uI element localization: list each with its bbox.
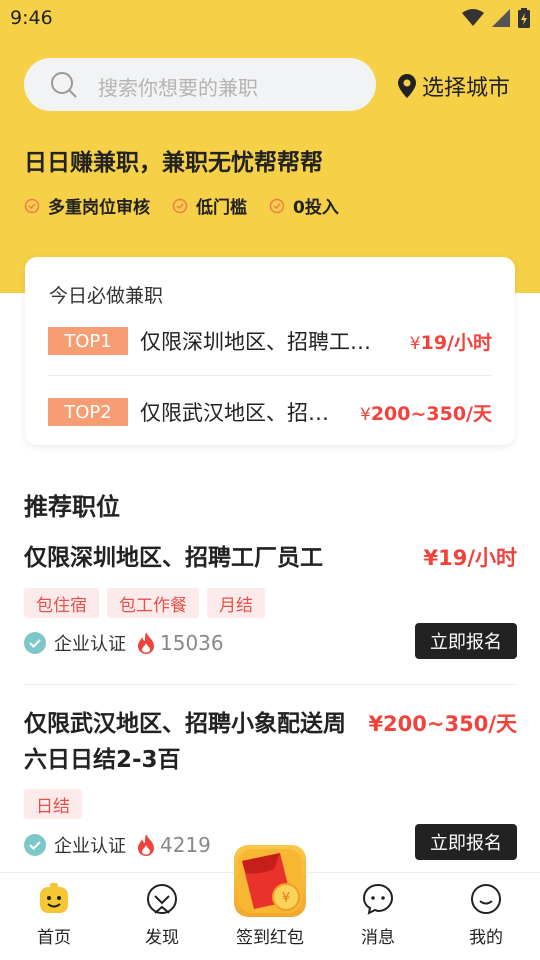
- fire-icon: [138, 834, 154, 856]
- status-icons: [462, 8, 530, 28]
- job-tags: 包住宿 包工作餐 月结: [24, 588, 265, 618]
- top-job-price-value: 200~350/天: [370, 402, 492, 425]
- top-rank-badge: TOP2: [48, 398, 128, 426]
- feature-item: 低门槛: [172, 193, 247, 218]
- city-selector[interactable]: 选择城市: [398, 70, 510, 102]
- verified-check-icon: [24, 834, 46, 856]
- job-title[interactable]: 仅限武汉地区、招聘小象配送周 六日日结2-3百: [24, 706, 346, 778]
- location-pin-icon: [398, 74, 416, 98]
- signal-icon: [492, 9, 510, 27]
- tab-discover[interactable]: 发现: [108, 873, 216, 960]
- red-envelope-button[interactable]: ¥: [234, 845, 306, 917]
- feature-label: 低门槛: [196, 198, 247, 218]
- feature-list: 多重岗位审核 低门槛 0投入: [24, 193, 339, 218]
- top-job-row[interactable]: TOP1 仅限深圳地区、招聘工… ¥19/小时: [48, 321, 492, 361]
- job-card[interactable]: 仅限武汉地区、招聘小象配送周 六日日结2-3百 ¥200~350/天 日结 企业…: [24, 706, 517, 866]
- red-envelope-icon: ¥: [238, 849, 302, 913]
- top-job-price: ¥19/小时: [410, 328, 492, 355]
- status-time: 9:46: [10, 7, 53, 29]
- discover-icon: [147, 884, 177, 914]
- tab-home[interactable]: 首页: [0, 873, 108, 960]
- tab-profile[interactable]: 我的: [432, 873, 540, 960]
- recommend-section-title: 推荐职位: [24, 493, 120, 521]
- top-job-row[interactable]: TOP2 仅限武汉地区、招… ¥200~350/天: [48, 392, 492, 432]
- feature-item: 多重岗位审核: [24, 193, 150, 218]
- top-job-price: ¥200~350/天: [360, 399, 492, 426]
- top-job-price-value: 19/小时: [420, 331, 492, 354]
- feature-label: 0投入: [293, 198, 339, 218]
- svg-text:¥: ¥: [282, 891, 290, 906]
- job-title-line: 六日日结2-3百: [24, 747, 181, 773]
- job-tag: 包住宿: [24, 588, 99, 618]
- job-meta: 企业认证 4219: [24, 832, 211, 858]
- feature-label: 多重岗位审核: [48, 198, 150, 218]
- apply-button[interactable]: 立即报名: [415, 824, 517, 860]
- search-placeholder[interactable]: 搜索你想要的兼职: [98, 72, 258, 101]
- top-job-title: 仅限武汉地区、招…: [140, 401, 329, 425]
- divider: [48, 375, 492, 376]
- tab-messages[interactable]: 消息: [324, 873, 432, 960]
- verified-check-icon: [24, 632, 46, 654]
- tab-label: 首页: [37, 928, 71, 948]
- status-bar: 9:46: [0, 0, 540, 36]
- job-tag: 包工作餐: [107, 588, 199, 618]
- tab-label: 签到红包: [236, 928, 304, 948]
- today-jobs-card: 今日必做兼职 TOP1 仅限深圳地区、招聘工… ¥19/小时 TOP2 仅限武汉…: [25, 257, 515, 445]
- job-card[interactable]: 仅限深圳地区、招聘工厂员工 ¥19/小时 包住宿 包工作餐 月结 企业认证 15…: [24, 540, 517, 670]
- job-title-line: 仅限武汉地区、招聘小象配送周: [24, 711, 346, 737]
- feature-item: 0投入: [269, 193, 339, 218]
- slogan: 日日赚兼职，兼职无忧帮帮帮: [24, 150, 323, 176]
- check-circle-icon: [24, 198, 40, 213]
- top-job-title: 仅限深圳地区、招聘工…: [140, 330, 371, 354]
- apply-button[interactable]: 立即报名: [415, 623, 517, 659]
- cert-label: 企业认证: [54, 634, 126, 655]
- today-title: 今日必做兼职: [49, 285, 164, 307]
- hot-count: 4219: [160, 833, 211, 857]
- tab-label: 我的: [469, 928, 503, 948]
- fire-icon: [138, 632, 154, 654]
- top-job-currency: ¥: [409, 333, 421, 354]
- hot-count: 15036: [160, 631, 224, 655]
- home-face-icon: [40, 883, 68, 913]
- cert-label: 企业认证: [54, 836, 126, 857]
- top-rank-badge: TOP1: [48, 327, 128, 355]
- search-box[interactable]: 搜索你想要的兼职: [24, 58, 376, 111]
- battery-icon: [518, 8, 530, 28]
- check-circle-icon: [172, 198, 188, 213]
- divider: [24, 684, 517, 685]
- city-label[interactable]: 选择城市: [422, 70, 510, 102]
- message-icon: [362, 883, 394, 915]
- job-tag: 日结: [24, 789, 82, 819]
- profile-face-icon: [471, 884, 501, 914]
- tab-label: 消息: [361, 928, 395, 948]
- job-price: ¥200~350/天: [368, 712, 517, 736]
- job-price: ¥19/小时: [423, 546, 517, 570]
- search-icon: [51, 72, 77, 98]
- tab-label: 发现: [145, 928, 179, 948]
- job-tags: 日结: [24, 789, 82, 819]
- top-job-currency: ¥: [359, 404, 371, 425]
- check-circle-icon: [269, 198, 285, 213]
- wifi-icon: [462, 9, 484, 26]
- job-meta: 企业认证 15036: [24, 630, 224, 656]
- job-title[interactable]: 仅限深圳地区、招聘工厂员工: [24, 540, 323, 576]
- job-tag: 月结: [207, 588, 265, 618]
